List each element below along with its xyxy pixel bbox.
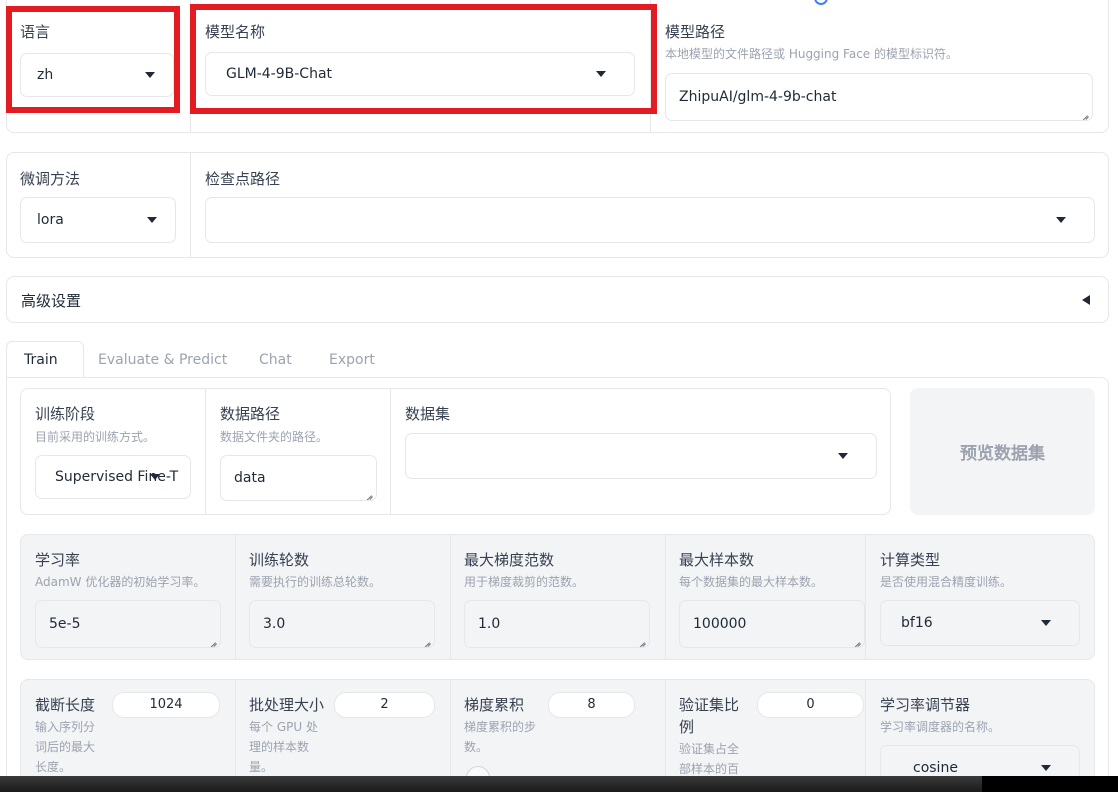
preview-dataset-button[interactable]: 预览数据集 xyxy=(910,388,1095,515)
batch-size-desc-1: 每个 GPU 处 xyxy=(249,720,318,734)
data-path-input[interactable]: data xyxy=(220,455,377,501)
lr-input[interactable]: 5e-5 xyxy=(35,600,221,648)
cutoff-desc-3: 长度。 xyxy=(35,760,72,774)
compute-type-desc: 是否使用混合精度训练。 xyxy=(880,575,1013,589)
scheduler-label: 学习率调节器 xyxy=(880,696,971,714)
tab-evaluate-predict[interactable]: Evaluate & Predict xyxy=(98,352,227,368)
chevron-down-icon xyxy=(1041,620,1051,626)
resize-handle-icon[interactable] xyxy=(364,488,372,496)
compute-type-value: bf16 xyxy=(901,615,933,631)
divider xyxy=(235,535,236,659)
bottom-overlay-block xyxy=(982,776,1118,792)
max-samples-input[interactable]: 100000 xyxy=(679,600,865,648)
data-path-label: 数据路径 xyxy=(220,405,281,423)
tab-export[interactable]: Export xyxy=(329,352,375,368)
lr-label: 学习率 xyxy=(35,551,81,569)
divider xyxy=(390,389,391,514)
max-samples-label: 最大样本数 xyxy=(679,551,755,569)
epochs-input[interactable]: 3.0 xyxy=(249,600,435,648)
resize-handle-icon[interactable] xyxy=(1080,108,1088,116)
divider xyxy=(865,535,866,659)
val-ratio-number-input[interactable]: 0 xyxy=(757,692,864,718)
checkpoint-label: 检查点路径 xyxy=(205,170,281,188)
batch-size-desc-2: 理的样本数 xyxy=(249,740,310,754)
grad-accum-desc-2: 数。 xyxy=(464,740,489,754)
model-path-label: 模型路径 xyxy=(665,23,726,41)
grad-accum-number-input[interactable]: 8 xyxy=(548,692,635,718)
max-samples-desc: 每个数据集的最大样本数。 xyxy=(679,575,824,589)
max-samples-value: 100000 xyxy=(693,616,747,632)
batch-size-label: 批处理大小 xyxy=(249,696,325,714)
stage-desc: 目前采用的训练方式。 xyxy=(35,430,156,444)
cutoff-desc-1: 输入序列分 xyxy=(35,720,96,734)
advanced-settings-label: 高级设置 xyxy=(21,292,82,310)
model-path-input[interactable]: ZhipuAI/glm-4-9b-chat xyxy=(665,73,1093,121)
scheduler-value: cosine xyxy=(913,760,958,776)
finetune-method-value: lora xyxy=(37,212,64,228)
compute-type-select[interactable]: bf16 xyxy=(880,600,1080,646)
cutoff-label: 截断长度 xyxy=(35,696,96,714)
dataset-select[interactable] xyxy=(405,433,877,479)
tab-train-label: Train xyxy=(24,352,58,368)
epochs-value: 3.0 xyxy=(263,616,286,632)
advanced-settings-accordion[interactable]: 高级设置 xyxy=(6,276,1109,323)
dataset-label: 数据集 xyxy=(405,405,451,423)
max-grad-label: 最大梯度范数 xyxy=(464,551,555,569)
grad-accum-desc-1: 梯度累积的步 xyxy=(464,720,537,734)
data-path-value: data xyxy=(234,470,266,486)
grad-accum-label: 梯度累积 xyxy=(464,696,525,714)
batch-size-number-input[interactable]: 2 xyxy=(334,692,435,718)
batch-size-desc-3: 量。 xyxy=(249,760,274,774)
resize-handle-icon[interactable] xyxy=(852,635,860,643)
bottom-overlay-bar xyxy=(0,776,1118,792)
max-grad-input[interactable]: 1.0 xyxy=(464,600,650,648)
resize-handle-icon[interactable] xyxy=(422,635,430,643)
chevron-down-icon xyxy=(150,474,160,480)
max-grad-desc: 用于梯度裁剪的范数。 xyxy=(464,575,585,589)
divider xyxy=(665,535,666,659)
lr-value: 5e-5 xyxy=(49,616,81,632)
checkpoint-select[interactable] xyxy=(205,197,1095,243)
lr-desc: AdamW 优化器的初始学习率。 xyxy=(35,575,206,589)
val-ratio-label-1: 验证集比 xyxy=(679,696,740,714)
scheduler-desc: 学习率调度器的名称。 xyxy=(880,720,1001,734)
divider xyxy=(450,535,451,659)
resize-handle-icon[interactable] xyxy=(208,635,216,643)
collapse-arrow-icon xyxy=(1082,295,1090,305)
data-path-desc: 数据文件夹的路径。 xyxy=(220,430,329,444)
chevron-down-icon xyxy=(147,217,157,223)
tab-chat[interactable]: Chat xyxy=(259,352,292,368)
preview-dataset-label: 预览数据集 xyxy=(960,444,1045,464)
max-grad-value: 1.0 xyxy=(478,616,501,632)
highlight-box-model-name xyxy=(190,4,657,114)
cutoff-number-input[interactable]: 1024 xyxy=(112,692,220,718)
stage-select[interactable]: Supervised Fine-T xyxy=(35,455,191,499)
val-ratio-label-2: 例 xyxy=(679,718,695,736)
finetune-method-select[interactable]: lora xyxy=(20,197,176,243)
compute-type-label: 计算类型 xyxy=(880,551,941,569)
stage-label: 训练阶段 xyxy=(35,405,96,423)
chevron-down-icon xyxy=(1041,765,1051,771)
model-path-value: ZhipuAI/glm-4-9b-chat xyxy=(679,89,837,105)
epochs-label: 训练轮数 xyxy=(249,551,310,569)
model-path-desc: 本地模型的文件路径或 Hugging Face 的模型标识符。 xyxy=(665,47,958,61)
highlight-box-language xyxy=(6,6,180,113)
finetune-method-label: 微调方法 xyxy=(20,170,81,188)
divider xyxy=(190,153,191,257)
epochs-desc: 需要执行的训练总轮数。 xyxy=(249,575,382,589)
val-ratio-desc-2: 部样本的百 xyxy=(679,762,740,776)
cutoff-desc-2: 词后的最大 xyxy=(35,740,96,754)
val-ratio-desc-1: 验证集占全 xyxy=(679,742,740,756)
chevron-down-icon xyxy=(1056,217,1066,223)
resize-handle-icon[interactable] xyxy=(637,635,645,643)
divider xyxy=(205,389,206,514)
chevron-down-icon xyxy=(838,453,848,459)
